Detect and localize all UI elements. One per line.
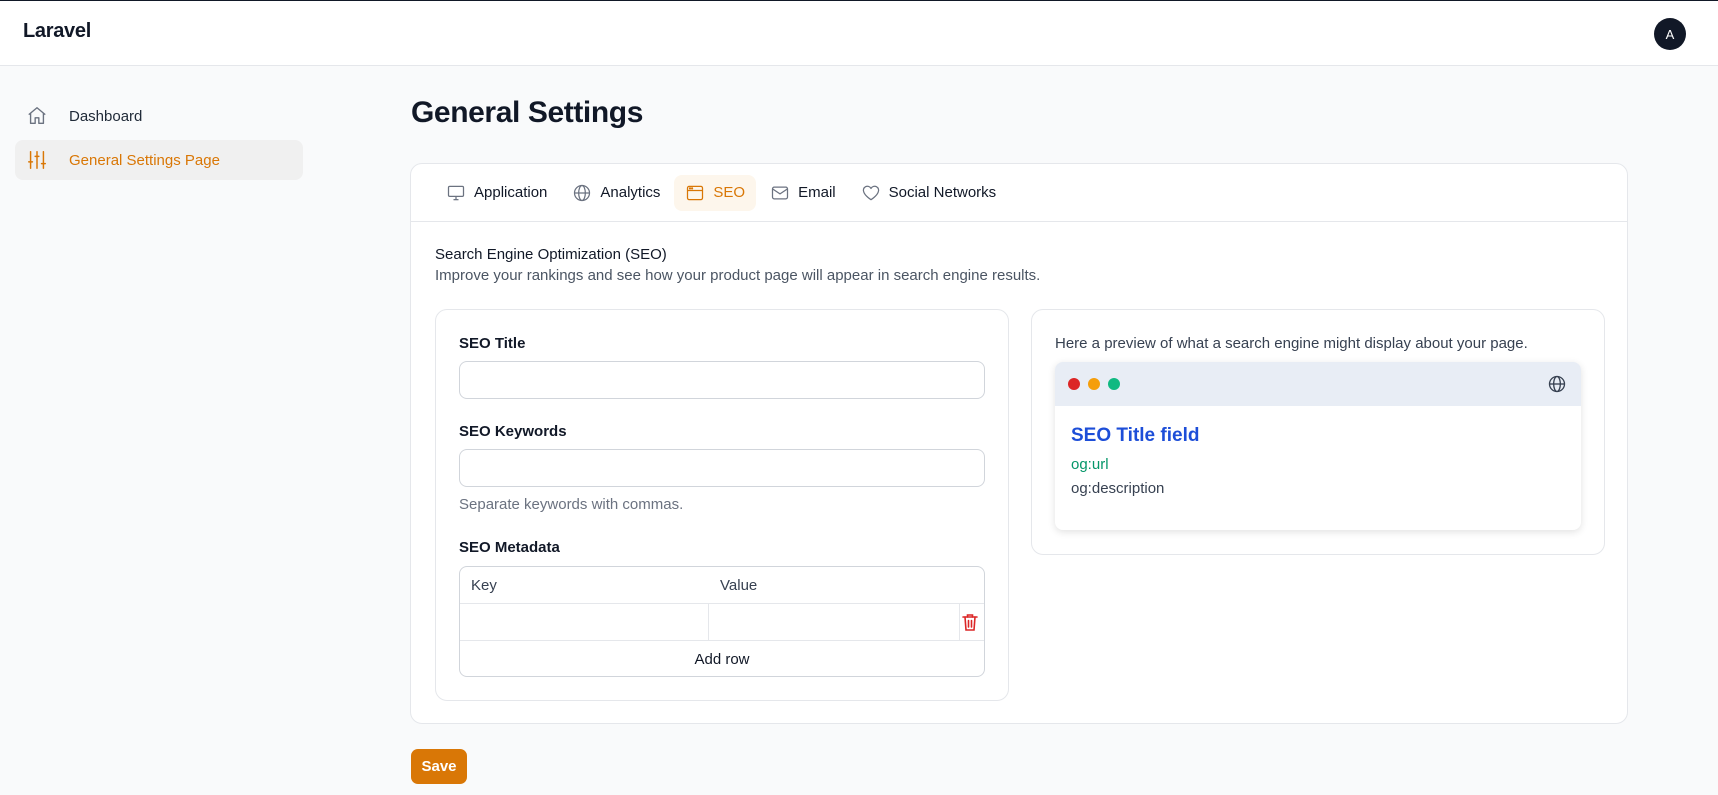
heart-icon xyxy=(861,183,881,203)
tab-label: Email xyxy=(798,184,836,201)
tab-application[interactable]: Application xyxy=(435,175,558,211)
add-row-button[interactable]: Add row xyxy=(460,641,984,676)
red-dot-icon xyxy=(1068,378,1080,390)
tab-analytics[interactable]: Analytics xyxy=(561,175,671,211)
sidebar-item-general-settings[interactable]: General Settings Page xyxy=(15,140,303,180)
tab-label: Application xyxy=(474,184,548,201)
seo-title-input[interactable] xyxy=(459,361,985,399)
sidebar: Dashboard General Settings Page xyxy=(15,96,303,184)
section-header: Search Engine Optimization (SEO) Improve… xyxy=(435,246,1040,284)
monitor-icon xyxy=(446,183,466,203)
browser-mockup: SEO Title field og:url og:description xyxy=(1055,362,1581,530)
sidebar-item-label: Dashboard xyxy=(69,107,143,125)
preview-title: SEO Title field xyxy=(1071,425,1200,446)
tab-label: Analytics xyxy=(600,184,661,201)
tab-label: Social Networks xyxy=(888,184,997,201)
seo-title-label: SEO Title xyxy=(459,335,526,352)
preview-description: og:description xyxy=(1071,480,1165,497)
seo-form: SEO Title SEO Keywords Separate keywords… xyxy=(435,309,1009,701)
preview-url: og:url xyxy=(1071,456,1109,473)
seo-keywords-hint: Separate keywords with commas. xyxy=(459,496,684,513)
trash-icon[interactable] xyxy=(960,612,980,632)
browser-title-bar xyxy=(1055,362,1581,406)
section-title: Search Engine Optimization (SEO) xyxy=(435,246,667,263)
metadata-value-input[interactable] xyxy=(709,604,960,640)
sidebar-item-dashboard[interactable]: Dashboard xyxy=(15,96,303,136)
tab-email[interactable]: Email xyxy=(759,175,847,211)
globe-icon xyxy=(572,183,592,203)
user-avatar[interactable]: A xyxy=(1654,18,1686,50)
seo-keywords-label: SEO Keywords xyxy=(459,423,567,440)
top-bar: Laravel A xyxy=(0,0,1718,66)
sidebar-item-label: General Settings Page xyxy=(69,151,220,169)
green-dot-icon xyxy=(1108,378,1120,390)
section-description: Improve your rankings and see how your p… xyxy=(435,267,1041,284)
metadata-table: Key Value Add row xyxy=(459,566,985,677)
seo-keywords-input[interactable] xyxy=(459,449,985,487)
sliders-icon xyxy=(25,148,49,172)
envelope-icon xyxy=(770,183,790,203)
table-row xyxy=(460,604,984,641)
browser-window-icon xyxy=(685,183,705,203)
column-header-key: Key xyxy=(471,577,497,594)
seo-metadata-label: SEO Metadata xyxy=(459,539,560,556)
home-icon xyxy=(25,104,49,128)
save-button[interactable]: Save xyxy=(411,749,467,784)
yellow-dot-icon xyxy=(1088,378,1100,390)
tab-social-networks[interactable]: Social Networks xyxy=(850,175,1008,211)
tab-label: SEO xyxy=(713,184,746,201)
column-header-value: Value xyxy=(720,577,758,594)
brand-logo[interactable]: Laravel xyxy=(23,20,91,43)
settings-card: Application Analytics SEO Email Social N… xyxy=(410,163,1628,724)
tab-seo[interactable]: SEO xyxy=(674,174,757,211)
metadata-key-input[interactable] xyxy=(460,604,709,640)
tab-bar: Application Analytics SEO Email Social N… xyxy=(411,164,1627,222)
metadata-table-header: Key Value xyxy=(460,567,984,604)
search-preview: Here a preview of what a search engine m… xyxy=(1031,309,1605,555)
page-title: General Settings xyxy=(411,96,644,129)
globe-icon xyxy=(1547,374,1567,394)
preview-note: Here a preview of what a search engine m… xyxy=(1055,335,1528,352)
